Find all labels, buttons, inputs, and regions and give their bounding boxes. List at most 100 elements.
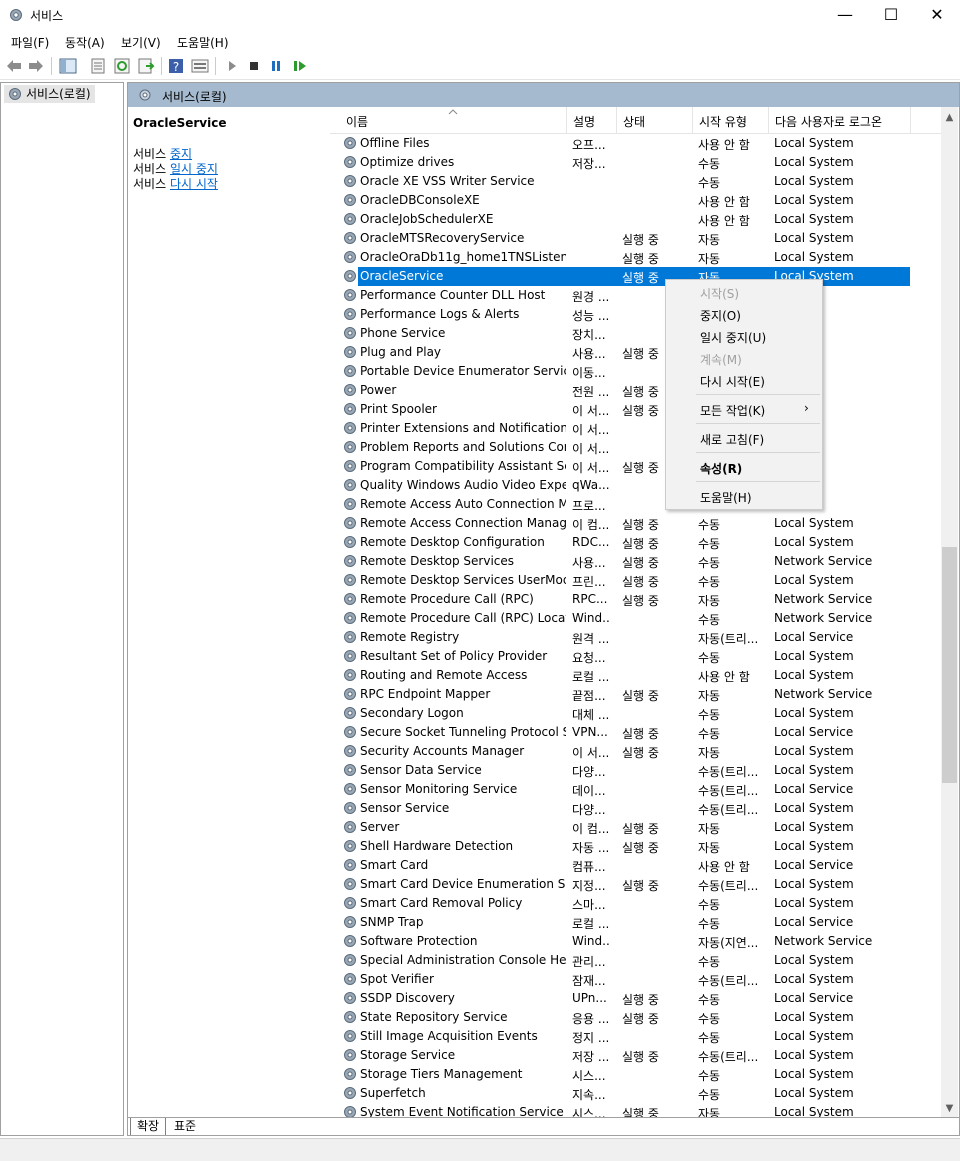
- table-row[interactable]: Program Compatibility Assistant Ser... 이 …: [330, 457, 941, 476]
- table-row[interactable]: Storage Service 저장 ... 실행 중 수동(트리... Local S…: [330, 1046, 941, 1065]
- table-row[interactable]: Remote Registry 원격 ... 자동(트리... Local Servi…: [330, 628, 941, 647]
- help-icon[interactable]: ?: [167, 57, 185, 75]
- menu-item-refresh[interactable]: 새로 고침(F): [700, 431, 764, 448]
- table-row[interactable]: Printer Extensions and Notifications 이 서.…: [330, 419, 941, 438]
- vertical-scrollbar[interactable]: ▲ ▼: [941, 107, 958, 1119]
- table-row[interactable]: Spot Verifier 잠재... 수동(트리... Local System: [330, 970, 941, 989]
- table-row[interactable]: Special Administration Console Hel... 관리.…: [330, 951, 941, 970]
- table-row[interactable]: Superfetch 지속... 수동 Local System: [330, 1084, 941, 1103]
- tab-extended[interactable]: 확장: [130, 1118, 167, 1135]
- minimize-button[interactable]: —: [822, 0, 868, 30]
- table-row[interactable]: Remote Desktop Services 사용... 실행 중 수동 Networ…: [330, 552, 941, 571]
- table-row[interactable]: Sensor Data Service 다양... 수동(트리... Local Sy…: [330, 761, 941, 780]
- menu-item-stop[interactable]: 중지(O): [700, 307, 741, 324]
- cell-name: OracleJobSchedulerXE: [360, 212, 494, 226]
- restart-link[interactable]: 다시 시작: [170, 177, 218, 191]
- table-row[interactable]: Power전원 ...실행 중stem: [330, 381, 941, 400]
- cell-logon-as: Local System: [774, 801, 854, 815]
- menu-item-pause[interactable]: 일시 중지(U): [700, 329, 766, 346]
- console-tree-icon[interactable]: [59, 57, 77, 75]
- column-description[interactable]: 설명: [573, 113, 595, 130]
- column-status[interactable]: 상태: [623, 113, 645, 130]
- table-row[interactable]: Storage Tiers Management 시스... 수동 Local Sys…: [330, 1065, 941, 1084]
- table-row[interactable]: Remote Procedure Call (RPC) RPC... 실행 중 자동 N…: [330, 590, 941, 609]
- table-row[interactable]: Performance Logs & Alerts성능 ...rvice: [330, 305, 941, 324]
- service-gear-icon: [344, 707, 356, 719]
- table-row[interactable]: Print Spooler이 서...실행 중stem: [330, 400, 941, 419]
- table-row[interactable]: Remote Access Connection Manager 이 컴... 실행…: [330, 514, 941, 533]
- service-gear-icon: [344, 346, 356, 358]
- scroll-down-arrow[interactable]: ▼: [941, 1100, 958, 1117]
- table-row[interactable]: Routing and Remote Access 로컬 ... 사용 안 함 Loc…: [330, 666, 941, 685]
- table-row[interactable]: Portable Device Enumerator Service이동...s…: [330, 362, 941, 381]
- menu-action[interactable]: 동작(A): [65, 34, 105, 51]
- pause-link[interactable]: 일시 중지: [170, 162, 218, 176]
- table-row[interactable]: Still Image Acquisition Events 정지 ... 수동 Lo…: [330, 1027, 941, 1046]
- refresh-icon[interactable]: [113, 57, 131, 75]
- table-row[interactable]: Remote Access Auto Connection M...프로...s…: [330, 495, 941, 514]
- menu-item-restart[interactable]: 다시 시작(E): [700, 373, 765, 390]
- table-row[interactable]: Quality Windows Audio Video Exper... qWa.…: [330, 476, 941, 495]
- table-row[interactable]: Security Accounts Manager 이 서... 실행 중 자동 Loc…: [330, 742, 941, 761]
- table-row[interactable]: SNMP Trap 로컬 ... 수동 Local Service: [330, 913, 941, 932]
- column-startup-type[interactable]: 시작 유형: [699, 113, 747, 130]
- table-row[interactable]: SSDP Discovery UPn... 실행 중 수동 Local Service: [330, 989, 941, 1008]
- table-row[interactable]: OracleJobSchedulerXE 사용 안 함 Local System: [330, 210, 941, 229]
- table-row[interactable]: Software Protection Wind... 자동(지연... Networ…: [330, 932, 941, 951]
- column-logon-as[interactable]: 다음 사용자로 로그온: [775, 113, 882, 130]
- table-row[interactable]: Shell Hardware Detection 자동 ... 실행 중 자동 Loca…: [330, 837, 941, 856]
- menu-file[interactable]: 파일(F): [11, 34, 49, 51]
- forward-arrow-icon[interactable]: [27, 57, 45, 75]
- table-row[interactable]: Offline Files 오프... 사용 안 함 Local System: [330, 134, 941, 153]
- menu-item-start[interactable]: 시작(S): [700, 285, 739, 302]
- close-button[interactable]: ✕: [914, 0, 960, 30]
- table-row[interactable]: Optimize drives 저장... 수동 Local System: [330, 153, 941, 172]
- table-row[interactable]: Smart Card 컴퓨... 사용 안 함 Local Service: [330, 856, 941, 875]
- menu-item-resume[interactable]: 계속(M): [700, 351, 742, 368]
- table-row[interactable]: Plug and Play사용...실행 중stem: [330, 343, 941, 362]
- tree-item-services-local[interactable]: 서비스(로컬): [4, 85, 95, 103]
- view-icon[interactable]: [191, 57, 209, 75]
- table-row[interactable]: Remote Procedure Call (RPC) Locator Wind.…: [330, 609, 941, 628]
- menu-item-all-tasks[interactable]: 모든 작업(K): [700, 402, 765, 419]
- column-name[interactable]: 이름: [346, 113, 368, 130]
- table-row[interactable]: OracleService 실행 중 자동 Local System: [330, 267, 941, 286]
- table-row[interactable]: Secure Socket Tunneling Protocol S... VPN…: [330, 723, 941, 742]
- table-row[interactable]: Oracle XE VSS Writer Service 수동 Local Syst…: [330, 172, 941, 191]
- table-row[interactable]: State Repository Service 응용 ... 실행 중 수동 Loca…: [330, 1008, 941, 1027]
- scroll-up-arrow[interactable]: ▲: [941, 109, 958, 126]
- table-row[interactable]: RPC Endpoint Mapper 끝점... 실행 중 자동 Network Se…: [330, 685, 941, 704]
- table-row[interactable]: Server 이 컴... 실행 중 자동 Local System: [330, 818, 941, 837]
- table-row[interactable]: Sensor Monitoring Service 데이... 수동(트리... Lo…: [330, 780, 941, 799]
- back-arrow-icon[interactable]: [5, 57, 23, 75]
- table-row[interactable]: Smart Card Removal Policy 스마... 수동 Local Sy…: [330, 894, 941, 913]
- table-row[interactable]: Resultant Set of Policy Provider 요청... 수동 L…: [330, 647, 941, 666]
- table-row[interactable]: OracleOraDb11g_home1TNSListener 실행 중 자동 Loc…: [330, 248, 941, 267]
- menu-item-help[interactable]: 도움말(H): [700, 489, 752, 506]
- table-row[interactable]: Secondary Logon 대체 ... 수동 Local System: [330, 704, 941, 723]
- stop-link[interactable]: 중지: [170, 147, 192, 161]
- table-row[interactable]: OracleMTSRecoveryService 실행 중 자동 Local Syst…: [330, 229, 941, 248]
- stop-service-icon[interactable]: [245, 57, 263, 75]
- restart-service-icon[interactable]: [291, 57, 309, 75]
- table-row[interactable]: Sensor Service 다양... 수동(트리... Local System: [330, 799, 941, 818]
- table-row[interactable]: OracleDBConsoleXE 사용 안 함 Local System: [330, 191, 941, 210]
- table-row[interactable]: Problem Reports and Solutions Con... 이 서.…: [330, 438, 941, 457]
- table-row[interactable]: Phone Service장치...rvice: [330, 324, 941, 343]
- export-list-icon[interactable]: [137, 57, 155, 75]
- table-row[interactable]: Performance Counter DLL Host원경 ...rvice: [330, 286, 941, 305]
- maximize-button[interactable]: ☐: [868, 0, 914, 30]
- properties-icon[interactable]: [89, 57, 107, 75]
- pause-service-icon[interactable]: [267, 57, 285, 75]
- start-service-icon[interactable]: [223, 57, 241, 75]
- tab-standard[interactable]: 표준: [168, 1118, 202, 1135]
- cell-startup-type: 자동: [698, 252, 721, 266]
- table-row[interactable]: Smart Card Device Enumeration Ser... 지정..…: [330, 875, 941, 894]
- scrollbar-thumb[interactable]: [942, 547, 957, 783]
- menu-help[interactable]: 도움말(H): [177, 34, 229, 51]
- table-row[interactable]: Remote Desktop Configuration RDC... 실행 중 수동…: [330, 533, 941, 552]
- menu-item-properties[interactable]: 속성(R): [700, 460, 742, 477]
- table-row[interactable]: Remote Desktop Services UserMode... 프린...…: [330, 571, 941, 590]
- menu-view[interactable]: 보기(V): [121, 34, 161, 51]
- service-gear-icon: [344, 878, 356, 890]
